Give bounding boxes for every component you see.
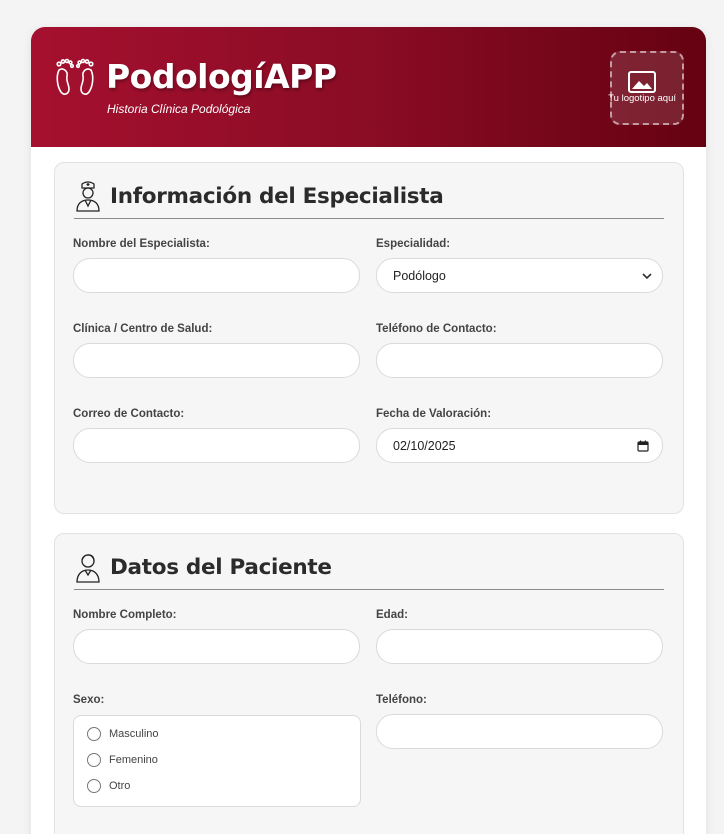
patient-name-label: Nombre Completo: <box>73 609 177 621</box>
patient-data-section: Datos del Paciente Nombre Completo: Edad… <box>54 533 684 834</box>
radio-button[interactable] <box>87 727 101 741</box>
patient-icon <box>76 554 100 583</box>
section-divider <box>74 589 664 590</box>
radio-option-male[interactable]: Masculino <box>87 727 159 741</box>
assessment-date-input[interactable]: 02/10/2025 <box>376 428 663 463</box>
section-title: Datos del Paciente <box>110 555 332 580</box>
specialty-select[interactable]: Podólogo <box>376 258 663 293</box>
assessment-date-value: 02/10/2025 <box>393 438 456 453</box>
specialty-label: Especialidad: <box>376 238 451 250</box>
radio-option-other[interactable]: Otro <box>87 779 130 793</box>
specialist-info-section: Información del Especialista Nombre del … <box>54 162 684 514</box>
logo-upload-box[interactable]: Tu logotipo aquí <box>608 51 684 125</box>
logo-placeholder-text: Tu logotipo aquí <box>608 93 676 104</box>
specialist-name-input[interactable] <box>73 258 360 293</box>
specialist-name-label: Nombre del Especialista: <box>73 238 210 250</box>
contact-email-input[interactable] <box>73 428 360 463</box>
specialty-selected-value: Podólogo <box>393 268 446 283</box>
contact-email-label: Correo de Contacto: <box>73 408 185 420</box>
contact-phone-label: Teléfono de Contacto: <box>376 323 497 335</box>
radio-label: Masculino <box>109 728 159 740</box>
section-title: Información del Especialista <box>110 184 444 209</box>
patient-phone-label: Teléfono: <box>376 694 427 706</box>
doctor-icon <box>76 181 100 212</box>
app-header: PodologíAPP Historia Clínica Podológica … <box>31 27 706 147</box>
radio-button[interactable] <box>87 779 101 793</box>
clinic-label: Clínica / Centro de Salud: <box>73 323 213 335</box>
patient-phone-input[interactable] <box>376 714 663 749</box>
app-container: PodologíAPP Historia Clínica Podológica … <box>31 27 706 834</box>
sex-radio-group: Masculino Femenino Otro <box>73 715 361 807</box>
age-input[interactable] <box>376 629 663 664</box>
sex-label: Sexo: <box>73 694 105 706</box>
image-icon <box>628 71 656 93</box>
calendar-icon[interactable] <box>637 440 649 452</box>
clinic-input[interactable] <box>73 343 360 378</box>
app-subtitle: Historia Clínica Podológica <box>107 102 251 116</box>
contact-phone-input[interactable] <box>376 343 663 378</box>
age-label: Edad: <box>376 609 408 621</box>
radio-button[interactable] <box>87 753 101 767</box>
radio-option-female[interactable]: Femenino <box>87 753 158 767</box>
feet-icon <box>56 58 94 95</box>
radio-label: Femenino <box>109 754 158 766</box>
chevron-down-icon <box>642 273 652 280</box>
radio-label: Otro <box>109 780 131 792</box>
app-title: PodologíAPP <box>106 57 337 96</box>
patient-name-input[interactable] <box>73 629 360 664</box>
section-divider <box>74 218 664 219</box>
assessment-date-label: Fecha de Valoración: <box>376 408 492 420</box>
